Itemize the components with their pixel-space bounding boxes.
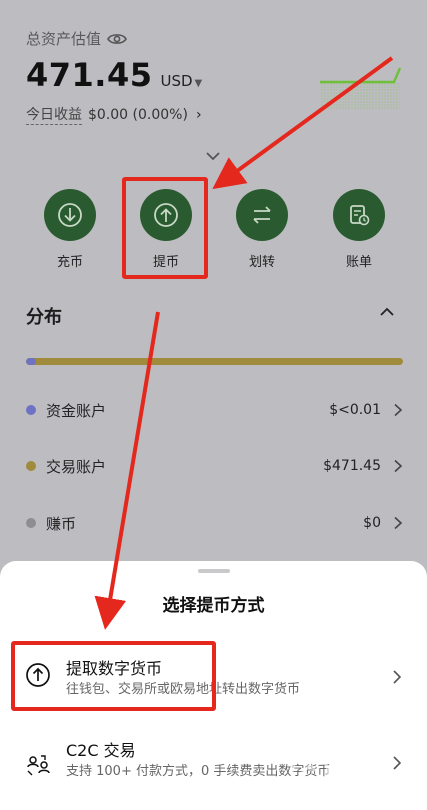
c2c-exchange-icon xyxy=(27,755,50,776)
eye-icon[interactable] xyxy=(107,32,127,46)
asset-amount: 471.45 xyxy=(26,56,153,94)
watermark-sub: www.luyouqi.com xyxy=(346,777,426,787)
withdraw-label: 提币 xyxy=(152,255,179,270)
currency-selector[interactable]: USD ▼ xyxy=(160,72,202,90)
sheet-title: 选择提币方式 xyxy=(162,596,265,616)
collapse-chevron-icon[interactable] xyxy=(378,306,396,318)
option-title: C2C 交易 xyxy=(66,741,136,760)
option-desc: 往钱包、交易所或欧易地址转出数字货币 xyxy=(66,682,301,697)
deposit-button[interactable]: 充币 xyxy=(35,189,105,270)
transfer-button[interactable]: 划转 xyxy=(227,189,297,270)
option-withdraw-crypto[interactable]: 提取数字货币 往钱包、交易所或欧易地址转出数字货币 xyxy=(22,649,412,703)
total-asset-label-text: 总资产估值 xyxy=(26,30,102,48)
bill-label: 账单 xyxy=(345,255,372,270)
account-value: $0 xyxy=(363,515,381,531)
currency-label: USD xyxy=(160,72,193,90)
account-row-trading[interactable]: 交易账户 $471.45 xyxy=(26,454,403,478)
account-row-earn[interactable]: 赚币 $0 xyxy=(26,511,403,535)
pnl-label: 今日收益 xyxy=(26,104,82,125)
transfer-label: 划转 xyxy=(248,255,275,270)
withdraw-icon xyxy=(140,189,192,241)
total-asset-value: 471.45 USD ▼ xyxy=(26,56,202,94)
caret-down-icon: ▼ xyxy=(194,78,203,89)
watermark-logo-icon xyxy=(290,753,330,793)
distribution-title: 分布 xyxy=(26,307,62,328)
account-label: 赚币 xyxy=(46,514,77,533)
watermark-title: 路由器 xyxy=(336,755,396,776)
transfer-icon xyxy=(236,189,288,241)
withdraw-button[interactable]: 提币 xyxy=(131,189,201,270)
today-pnl[interactable]: 今日收益 $0.00 (0.00%) › xyxy=(26,104,202,125)
account-value: $471.45 xyxy=(323,458,381,474)
sheet-drag-handle[interactable] xyxy=(198,569,230,573)
sparkline-chart xyxy=(320,67,402,110)
legend-dot xyxy=(26,461,36,471)
bill-button[interactable]: 账单 xyxy=(324,189,394,270)
distribution-bar xyxy=(26,358,403,365)
upload-circle-icon xyxy=(26,663,50,687)
chevron-right-icon xyxy=(394,459,403,473)
deposit-label: 充币 xyxy=(56,255,83,270)
bill-icon xyxy=(333,189,385,241)
expand-chevron-icon[interactable] xyxy=(204,150,222,162)
account-value: $<0.01 xyxy=(329,402,381,418)
chevron-right-icon xyxy=(393,670,402,684)
account-label: 交易账户 xyxy=(46,457,107,476)
account-row-funding[interactable]: 资金账户 $<0.01 xyxy=(26,398,403,422)
legend-dot xyxy=(26,405,36,415)
chevron-right-icon: › xyxy=(195,106,202,123)
legend-dot xyxy=(26,518,36,528)
pnl-value: $0.00 (0.00%) xyxy=(88,106,188,123)
deposit-icon xyxy=(44,189,96,241)
distribution-bar-funding xyxy=(26,358,36,365)
total-asset-label: 总资产估值 xyxy=(26,28,127,49)
chevron-right-icon xyxy=(394,403,403,417)
account-label: 资金账户 xyxy=(46,401,107,420)
option-title: 提取数字货币 xyxy=(66,659,163,678)
watermark: 路由器 www.luyouqi.com xyxy=(288,745,425,805)
chevron-right-icon xyxy=(394,516,403,530)
